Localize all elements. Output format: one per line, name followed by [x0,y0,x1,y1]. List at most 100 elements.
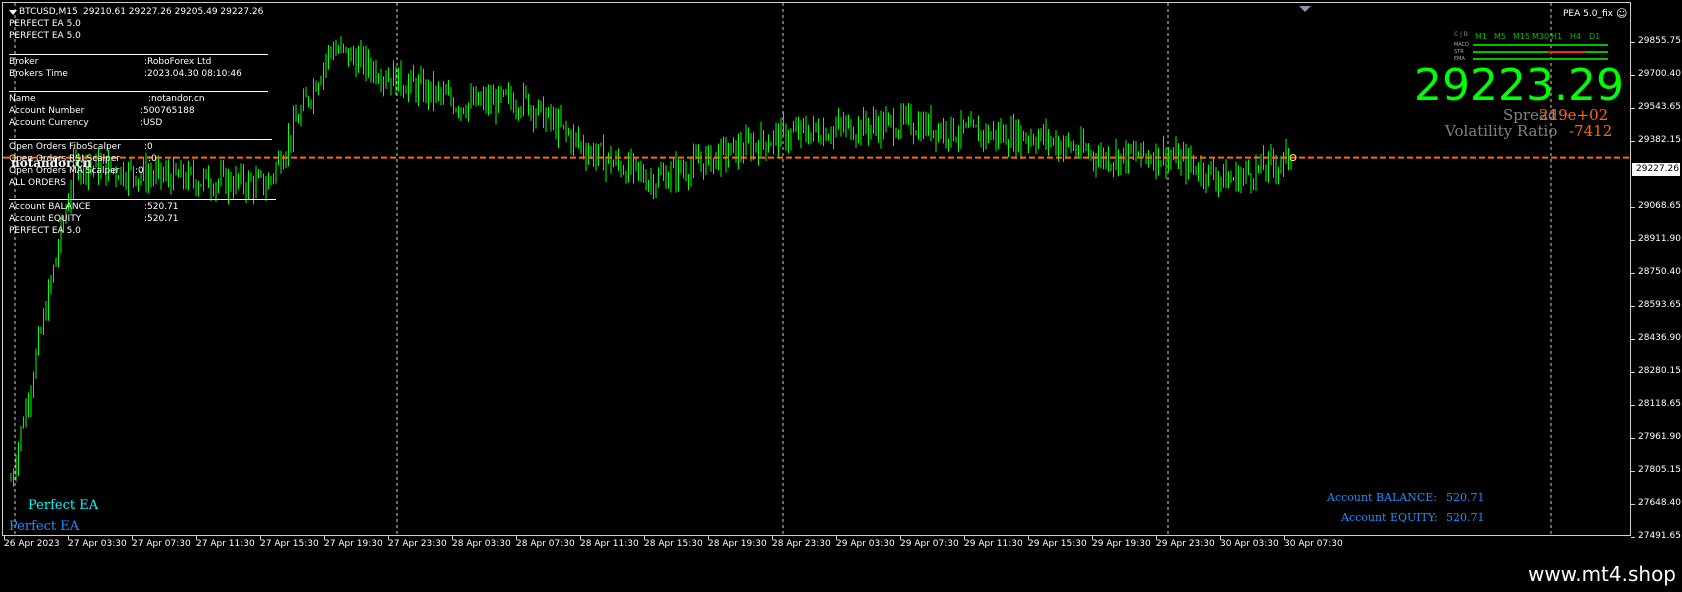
time-axis-tick [836,536,837,540]
time-axis-tick [1156,536,1157,540]
price-chart[interactable] [3,3,1631,536]
separator [9,54,268,55]
time-axis-label: 27 Apr 15:30 [260,539,319,549]
account-equity-box-value: 520.71 [1446,511,1485,524]
account-equity-box-label: Account EQUITY: [1341,511,1438,524]
time-axis-label: 28 Apr 19:30 [708,539,767,549]
separator [9,139,272,140]
time-axis-label: 30 Apr 03:30 [1220,539,1279,549]
signal-bar-str [1473,51,1548,53]
perfect-ea-label: Perfect EA [9,519,80,534]
account-equity-label: Account EQUITY [9,214,82,224]
signal-timeframe-label: H4 [1570,32,1582,41]
time-axis-label: 28 Apr 07:30 [516,539,575,549]
price-axis-tick [1631,306,1635,307]
price-axis-label: 27961.90 [1638,432,1681,442]
volatility-label: Volatility Ratio [1445,122,1558,140]
price-axis-tick [1631,42,1635,43]
time-axis-label: 28 Apr 03:30 [452,539,511,549]
price-axis-label: 28911.90 [1638,234,1681,244]
time-axis-tick [68,536,69,540]
price-axis-tick [1631,537,1635,538]
price-axis-tick [1631,471,1635,472]
plot-area[interactable]: BTCUSD,M15 29210.61 29227.26 29205.49 29… [2,2,1631,536]
price-axis-tick [1631,108,1635,109]
chart-menu-icon[interactable] [9,10,17,15]
price-axis-label: 27491.65 [1638,531,1681,541]
price-axis-label: 28280.15 [1638,366,1681,376]
volatility-value: -7412 [1569,122,1613,140]
time-axis-label: 28 Apr 15:30 [644,539,703,549]
signal-timeframe-label: M1 [1475,32,1487,41]
time-axis-tick [708,536,709,540]
broker-time-label: Brokers Time [9,69,68,79]
signal-bar-str-red [1548,51,1585,53]
time-axis-label: 29 Apr 23:30 [1156,539,1215,549]
current-price-big: 29223.29 [1414,60,1624,111]
overlay-watermark: notandor.cn [11,156,92,170]
time-axis-label: 29 Apr 03:30 [836,539,895,549]
open-orders-ma-value: :0 [135,166,144,176]
price-axis-tick [1631,339,1635,340]
ea-title-line: PERFECT EA 5.0 [9,19,81,29]
time-axis-tick [1220,536,1221,540]
ea-footer-line: PERFECT EA 5.0 [9,226,81,236]
account-balance-label: Account BALANCE [9,202,91,212]
price-axis-tick [1631,273,1635,274]
signal-row-label: MACD [1454,42,1469,48]
broker-value: :RoboForex Ltd [144,57,212,67]
account-balance-box-label: Account BALANCE: [1327,491,1438,504]
time-axis-label: 28 Apr 11:30 [580,539,639,549]
account-balance-box-value: 520.71 [1446,491,1485,504]
separator [9,199,276,200]
signal-timeframe-label: H1 [1551,32,1563,41]
signal-timeframe-label: M15 [1513,32,1531,41]
smiley-icon: ☺ [1616,7,1628,20]
chart-shift-marker[interactable] [1299,6,1311,12]
open-orders-fibo-label: Open Orders FiboScalper [9,142,121,152]
chart-window[interactable]: BTCUSD,M15 29210.61 29227.26 29205.49 29… [0,0,1682,552]
price-axis-label: 29543.65 [1638,102,1681,112]
signal-row-label: STR [1454,49,1464,55]
price-axis-label: 27805.15 [1638,465,1681,475]
broker-time-value: :2023.04.30 08:10:46 [144,69,242,79]
price-axis-tick [1631,240,1635,241]
time-axis-tick [1028,536,1029,540]
current-price-tag: 29227.26 [1632,163,1680,176]
time-axis-label: 30 Apr 07:30 [1284,539,1343,549]
time-axis-label: 29 Apr 19:30 [1092,539,1151,549]
open-orders-fibo-value: :0 [144,142,153,152]
price-axis-tick [1631,141,1635,142]
time-axis-tick [964,536,965,540]
signal-bar-str-green [1585,51,1608,53]
ea-title-line: PERFECT EA 5.0 [9,31,81,41]
account-number-value: :500765188 [140,106,195,116]
signal-timeframe-label: M30 [1532,32,1550,41]
price-axis-label: 29855.75 [1638,36,1681,46]
price-axis-label: 28118.65 [1638,399,1681,409]
signal-bar-macd [1473,44,1608,46]
price-axis-label: 28750.40 [1638,267,1681,277]
price-axis-label: 29068.65 [1638,201,1681,211]
price-axis-tick [1631,372,1635,373]
time-axis-tick [132,536,133,540]
time-axis-tick [580,536,581,540]
footer: www.mt4.shop [0,552,1682,592]
account-currency-value: :USD [140,118,163,128]
perfect-ea-label: Perfect EA [28,498,99,513]
signal-timeframe-label: M5 [1494,32,1506,41]
price-axis-tick [1631,75,1635,76]
name-value: :notandor.cn [148,94,205,104]
time-axis-label: 27 Apr 11:30 [196,539,255,549]
price-axis-tick [1631,405,1635,406]
current-price-tag-label: 29227.26 [1636,164,1679,174]
account-equity-value: :520.71 [144,214,179,224]
signal-table-corner: C J B [1454,31,1468,38]
time-axis-tick [260,536,261,540]
time-axis-tick [324,536,325,540]
time-axis-tick [1092,536,1093,540]
price-axis-tick [1631,207,1635,208]
price-axis-label: 29700.40 [1638,69,1681,79]
price-axis-label: 27648.40 [1638,498,1681,508]
all-orders-label: ALL ORDERS [9,178,66,188]
